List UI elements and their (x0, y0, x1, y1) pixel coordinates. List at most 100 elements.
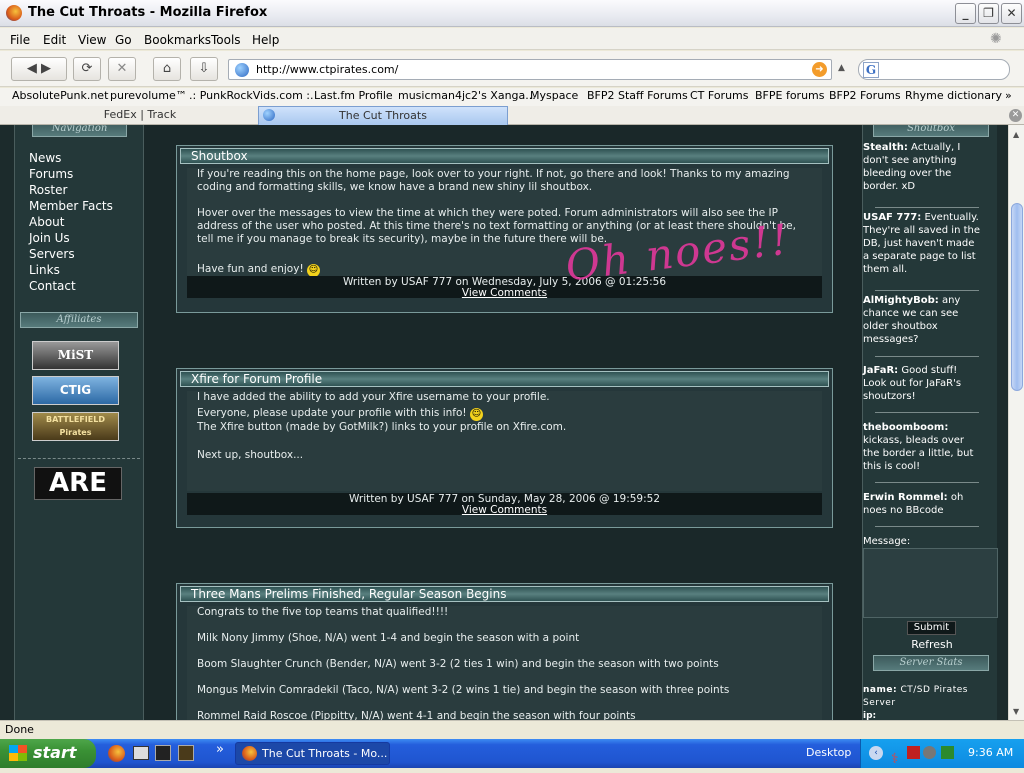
news-post: Three Mans Prelims Finished, Regular Sea… (176, 583, 833, 720)
network-icon[interactable] (941, 746, 954, 759)
affiliate-mist[interactable]: MiST (32, 341, 119, 370)
tray-app-icon[interactable]: ⚕ (891, 745, 899, 773)
tray-collapse-icon[interactable]: ‹ (869, 746, 883, 760)
left-sidebar: Navigation News Forums Roster Member Fac… (14, 125, 144, 720)
page-content: Navigation News Forums Roster Member Fac… (0, 125, 1008, 720)
bookmark-overflow-icon[interactable]: » (1005, 89, 1012, 102)
post-paragraph: Milk Nony Jimmy (Shoe, N/A) went 1-4 and… (197, 632, 580, 644)
menu-file[interactable]: File (10, 33, 30, 47)
submit-button[interactable]: Submit (907, 621, 956, 635)
scroll-down-icon[interactable]: ▼ (1013, 707, 1019, 716)
post-paragraph: Boom Slaughter Crunch (Bender, N/A) went… (197, 658, 719, 670)
search-engine-dropdown-icon[interactable]: ▲ (838, 63, 845, 73)
vertical-scrollbar[interactable]: ▲ ▼ (1008, 125, 1024, 720)
firefox-quicklaunch-icon[interactable] (108, 745, 125, 762)
bookmark-item[interactable]: purevolume™ (110, 89, 187, 102)
post-paragraph: Mongus Melvin Comradekil (Taco, N/A) wen… (197, 684, 730, 696)
minimize-button[interactable]: _ (955, 3, 976, 24)
start-button[interactable]: start (0, 739, 96, 768)
tray-app-icon[interactable] (907, 746, 920, 759)
maximize-button[interactable]: ❐ (978, 3, 999, 24)
nav-links[interactable]: Links (29, 263, 60, 277)
view-comments-link[interactable]: View Comments (187, 505, 822, 516)
nav-contact[interactable]: Contact (29, 279, 76, 293)
nav-member-facts[interactable]: Member Facts (29, 199, 113, 213)
menu-go[interactable]: Go (115, 33, 132, 47)
divider (18, 458, 140, 459)
bookmark-item[interactable]: .: PunkRockVids.com :. (189, 89, 314, 102)
quicklaunch-overflow-icon[interactable]: » (216, 742, 224, 757)
home-icon[interactable]: ⌂ (153, 57, 181, 81)
nav-roster[interactable]: Roster (29, 183, 67, 197)
refresh-link[interactable]: Refresh (907, 638, 957, 651)
nav-servers[interactable]: Servers (29, 247, 75, 261)
nav-news[interactable]: News (29, 151, 61, 165)
bookmark-item[interactable]: BFP2 Staff Forums (587, 89, 688, 102)
download-icon[interactable]: ⇩ (190, 57, 218, 81)
message-label: Message: (863, 536, 911, 547)
system-tray: ‹ ⚕ 9:36 AM (860, 739, 1024, 768)
bookmark-item[interactable]: CT Forums (690, 89, 749, 102)
menu-edit[interactable]: Edit (43, 33, 66, 47)
close-button[interactable]: ✕ (1001, 3, 1022, 24)
divider (875, 356, 979, 357)
view-comments-link[interactable]: View Comments (187, 288, 822, 299)
tab-label: The Cut Throats (339, 109, 427, 122)
menu-help[interactable]: Help (252, 33, 279, 47)
divider (875, 412, 979, 413)
bookmark-item[interactable]: Rhyme dictionary (905, 89, 1002, 102)
are-banner[interactable]: ARE (34, 467, 122, 500)
scrollbar-thumb[interactable] (1011, 203, 1023, 391)
news-post: Shoutbox If you're reading this on the h… (176, 145, 833, 313)
divider (875, 526, 979, 527)
post-title: Xfire for Forum Profile (180, 371, 829, 387)
bookmark-item[interactable]: BFPE forums (755, 89, 825, 102)
affiliate-battlefield-pirates[interactable]: BATTLEFIELD Pirates (32, 412, 119, 441)
menu-bookmarks[interactable]: Bookmarks (144, 33, 211, 47)
tab-the-cut-throats[interactable]: The Cut Throats (258, 106, 508, 125)
globe-icon (263, 109, 275, 121)
bookmark-item[interactable]: AbsolutePunk.net (12, 89, 108, 102)
bookmark-item[interactable]: BFP2 Forums (829, 89, 901, 102)
tab-fedex[interactable]: FedEx | Track (60, 106, 220, 125)
menu-view[interactable]: View (78, 33, 106, 47)
nav-join-us[interactable]: Join Us (29, 231, 70, 245)
go-icon[interactable]: ➜ (812, 62, 827, 77)
post-paragraph: Rommel Raid Roscoe (Pippitty, N/A) went … (197, 710, 636, 720)
nav-about[interactable]: About (29, 215, 64, 229)
bookmark-item[interactable]: Myspace (530, 89, 578, 102)
address-bar[interactable]: http://www.ctpirates.com/ ➜ (228, 59, 832, 80)
affiliates-heading: Affiliates (20, 312, 138, 328)
menu-tools[interactable]: Tools (211, 33, 241, 47)
divider (875, 290, 979, 291)
shout-message: JaFaR: Good stuff! Look out for JaFaR's … (863, 365, 962, 402)
bookmark-item[interactable]: Last.fm Profile (314, 89, 393, 102)
menu-bar: File Edit View Go Bookmarks Tools Help ✺ (0, 28, 1024, 50)
desktop-toolbar-label[interactable]: Desktop (806, 746, 851, 759)
shout-message: theboomboom: kickass, bleads over the bo… (863, 422, 974, 472)
media-quicklaunch-icon[interactable] (155, 745, 171, 761)
post-body: I have added the ability to add your Xfi… (187, 391, 822, 491)
firefox-icon (6, 5, 22, 21)
reload-icon[interactable]: ⟳ (73, 57, 101, 81)
desktop-quicklaunch-icon[interactable] (133, 746, 149, 760)
close-tab-icon[interactable]: ✕ (1009, 109, 1022, 122)
taskbar-item-firefox[interactable]: The Cut Throats - Mo... (235, 742, 390, 765)
affiliate-ctig[interactable]: CTIG (32, 376, 119, 405)
app-quicklaunch-icon[interactable] (178, 745, 194, 761)
bookmark-item[interactable]: musicman4jc2's Xanga... (398, 89, 536, 102)
divider (875, 482, 979, 483)
tray-app-icon[interactable] (923, 746, 936, 759)
nav-forums[interactable]: Forums (29, 167, 73, 181)
post-body: Congrats to the five top teams that qual… (187, 606, 822, 720)
message-textarea[interactable] (863, 548, 998, 618)
stop-icon[interactable]: ✕ (108, 57, 136, 81)
url-text[interactable]: http://www.ctpirates.com/ (256, 63, 398, 76)
back-forward-buttons[interactable]: ◀ ▶ (11, 57, 67, 81)
taskbar: start » The Cut Throats - Mo... Desktop … (0, 739, 1024, 768)
post-footer: Written by USAF 777 on Wednesday, July 5… (187, 276, 822, 299)
scroll-up-icon[interactable]: ▲ (1013, 130, 1019, 139)
search-input[interactable]: G (858, 59, 1010, 80)
smiley-icon: ☺ (469, 408, 483, 421)
server-stats-heading: Server Stats (873, 655, 989, 671)
